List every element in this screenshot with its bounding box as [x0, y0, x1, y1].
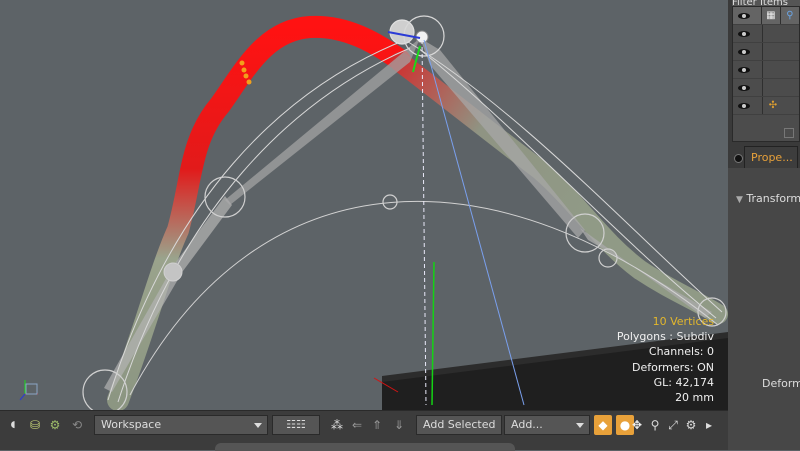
list-item[interactable] — [733, 25, 799, 43]
gear-icon[interactable]: ⚙ — [682, 415, 700, 435]
chevron-down-icon — [576, 423, 584, 428]
arrow-left-icon[interactable]: ⇐ — [348, 415, 366, 435]
control-circle — [389, 19, 415, 45]
chevron-down-icon — [254, 423, 262, 428]
vertex-marker — [241, 67, 247, 73]
vertex-marker — [246, 79, 252, 85]
link-icon[interactable]: ⟲ — [68, 415, 86, 435]
item-list[interactable]: ▦ ⚲ ✣ — [732, 6, 800, 142]
move-view-icon[interactable]: ✥ — [628, 415, 646, 435]
search-icon[interactable]: ⚲ — [646, 415, 664, 435]
tab-properties[interactable]: Prope... — [744, 146, 798, 168]
settings-gear-icon[interactable]: ⚙ — [46, 415, 64, 435]
item-mode-icon[interactable]: ⛁ — [26, 415, 44, 435]
visibility-eye-icon[interactable] — [738, 12, 750, 20]
curve-left-limb — [107, 15, 411, 410]
visibility-eye-icon[interactable] — [738, 66, 750, 74]
layout-grid-button[interactable]: ☷☷ — [272, 415, 320, 435]
properties-panel — [728, 168, 800, 450]
channel-count: Channels: 0 — [648, 345, 714, 359]
vertex-marker — [239, 60, 245, 66]
vertex-count: 10 Vertices — [652, 315, 714, 328]
list-item[interactable] — [733, 43, 799, 61]
3d-viewport[interactable]: 10 Vertices Polygons : Subdiv Channels: … — [0, 0, 728, 410]
hierarchy-icon[interactable]: ⁂ — [328, 415, 346, 435]
polygon-mode: Polygons : Subdiv — [616, 330, 714, 344]
grid-scale: 20 mm — [675, 391, 714, 405]
visibility-eye-icon[interactable] — [738, 102, 750, 110]
arrow-up-icon[interactable]: ⇑ — [368, 415, 386, 435]
add-selected-button[interactable]: Add Selected — [416, 415, 502, 435]
bone — [420, 38, 585, 238]
visibility-eye-icon[interactable] — [738, 84, 750, 92]
visibility-eye-icon[interactable] — [738, 30, 750, 38]
list-item[interactable]: ▦ ⚲ — [733, 7, 799, 25]
scroll-button[interactable] — [784, 128, 794, 138]
bottom-toolbar: ◖ ⛁ ⚙ ⟲ Workspace ☷☷ ⁂ ⇐ ⇑ ⇓ Add Selecte… — [0, 410, 728, 451]
list-item[interactable] — [733, 61, 799, 79]
arrow-down-icon[interactable]: ⇓ — [390, 415, 408, 435]
visibility-eye-icon[interactable] — [738, 48, 750, 56]
gl-poly-count: GL: 42,174 — [653, 375, 714, 389]
locator-icon: ⚲ — [786, 10, 794, 21]
collapse-triangle-icon: ▼ — [736, 195, 743, 205]
add-dropdown[interactable]: Add... — [504, 415, 590, 435]
panel-menu-icon[interactable] — [734, 154, 743, 163]
mesh-group-icon: ✣ — [768, 100, 778, 111]
expand-icon[interactable]: ⤢ — [664, 415, 682, 435]
list-item[interactable] — [733, 79, 799, 97]
list-item[interactable]: ✣ — [733, 97, 799, 115]
toolbar-menu-icon[interactable]: ◖ — [4, 415, 22, 435]
vertex-marker — [243, 73, 249, 79]
right-panel: Filter Items ▦ ⚲ ✣ Prope... ▼ Transform … — [728, 0, 800, 450]
chevron-right-icon[interactable]: ▸ — [700, 415, 718, 435]
workspace-dropdown[interactable]: Workspace — [94, 415, 268, 435]
transform-section[interactable]: ▼ Transform — [736, 192, 800, 205]
viewport-info-overlay: 10 Vertices Polygons : Subdiv Channels: … — [617, 314, 714, 405]
key-diamond-icon[interactable]: ◆ — [594, 415, 612, 435]
deformers-label: Deforma — [762, 377, 800, 390]
grid-icon: ▦ — [766, 10, 776, 21]
control-circle — [163, 262, 183, 282]
deformer-status: Deformers: ON — [632, 360, 714, 374]
curve-right-limb — [390, 52, 728, 324]
